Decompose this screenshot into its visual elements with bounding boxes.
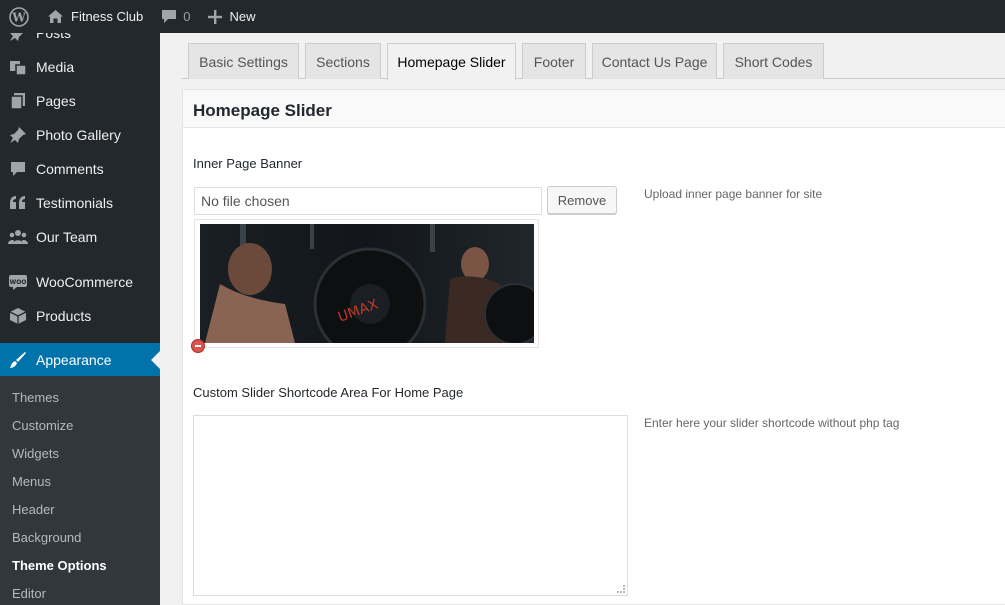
svg-text:W: W bbox=[11, 10, 26, 24]
home-icon bbox=[47, 9, 64, 24]
site-name-link[interactable]: Fitness Club bbox=[38, 0, 152, 33]
shortcode-field-label: Custom Slider Shortcode Area For Home Pa… bbox=[193, 385, 464, 400]
panel-title: Homepage Slider bbox=[193, 101, 332, 120]
pages-icon bbox=[0, 92, 36, 110]
pin-icon bbox=[0, 126, 36, 144]
submenu-item-menus[interactable]: Menus bbox=[12, 474, 51, 489]
submenu-item-theme-options[interactable]: Theme Options bbox=[12, 558, 107, 573]
sidebar-item-appearance[interactable]: Appearance bbox=[0, 343, 160, 377]
remove-image-icon[interactable] bbox=[191, 339, 205, 353]
brush-icon bbox=[0, 351, 36, 369]
admin-sidebar: Posts Media Pages Photo Gallery Comments… bbox=[0, 33, 160, 605]
submenu-item-themes[interactable]: Themes bbox=[12, 390, 59, 405]
tab-short-codes[interactable]: Short Codes bbox=[723, 43, 824, 79]
banner-field-description: Upload inner page banner for site bbox=[644, 187, 823, 201]
banner-file-input[interactable]: No file chosen bbox=[194, 187, 542, 215]
svg-text:WOO: WOO bbox=[10, 279, 27, 286]
sidebar-item-pages[interactable]: Pages bbox=[0, 84, 160, 118]
new-content-link[interactable]: New bbox=[199, 0, 264, 33]
panel-header: Homepage Slider bbox=[183, 90, 1005, 128]
comments-link[interactable]: 0 bbox=[152, 0, 199, 33]
options-tab-bar: Basic Settings Sections Homepage Slider … bbox=[182, 43, 1005, 80]
homepage-slider-panel: Homepage Slider Inner Page Banner No fil… bbox=[182, 89, 1005, 605]
media-icon bbox=[0, 58, 36, 76]
remove-button[interactable]: Remove bbox=[547, 186, 617, 214]
plus-icon bbox=[208, 9, 223, 24]
quote-icon bbox=[0, 194, 36, 212]
submenu-item-background[interactable]: Background bbox=[12, 530, 81, 545]
comment-bubble-icon bbox=[161, 9, 177, 24]
comment-icon bbox=[0, 160, 36, 178]
sidebar-item-comments[interactable]: Comments bbox=[0, 152, 160, 186]
sidebar-item-media[interactable]: Media bbox=[0, 50, 160, 84]
submenu-item-editor[interactable]: Editor bbox=[12, 586, 46, 601]
banner-field-label: Inner Page Banner bbox=[193, 156, 303, 171]
sidebar-item-products[interactable]: Products bbox=[0, 299, 160, 333]
team-icon bbox=[0, 228, 36, 246]
submenu-item-widgets[interactable]: Widgets bbox=[12, 446, 59, 461]
tab-sections[interactable]: Sections bbox=[305, 43, 381, 79]
sidebar-item-posts[interactable]: Posts bbox=[0, 33, 160, 50]
tab-footer[interactable]: Footer bbox=[522, 43, 586, 79]
current-menu-arrow bbox=[151, 351, 160, 369]
box-icon bbox=[0, 307, 36, 325]
new-label: New bbox=[229, 9, 256, 24]
tab-contact-us-page[interactable]: Contact Us Page bbox=[592, 43, 717, 79]
sidebar-item-photo-gallery[interactable]: Photo Gallery bbox=[0, 118, 160, 152]
submenu-item-header[interactable]: Header bbox=[12, 502, 55, 517]
appearance-submenu: Themes Customize Widgets Menus Header Ba… bbox=[0, 376, 160, 605]
wordpress-logo-icon[interactable]: W bbox=[0, 0, 38, 33]
main-content: Basic Settings Sections Homepage Slider … bbox=[160, 33, 1005, 605]
shortcode-textarea[interactable] bbox=[193, 415, 628, 596]
site-name: Fitness Club bbox=[71, 9, 144, 24]
banner-preview-image: UMAX bbox=[194, 219, 539, 348]
submenu-item-customize[interactable]: Customize bbox=[12, 418, 73, 433]
pin-icon bbox=[0, 33, 36, 42]
sidebar-item-our-team[interactable]: Our Team bbox=[0, 220, 160, 254]
tab-basic-settings[interactable]: Basic Settings bbox=[188, 43, 299, 79]
shortcode-field-description: Enter here your slider shortcode without… bbox=[644, 416, 900, 430]
admin-bar: W Fitness Club 0 New bbox=[0, 0, 1005, 33]
sidebar-item-woocommerce[interactable]: WOO WooCommerce bbox=[0, 265, 160, 299]
resize-grip-icon[interactable] bbox=[617, 585, 625, 593]
sidebar-item-testimonials[interactable]: Testimonials bbox=[0, 186, 160, 220]
woo-icon: WOO bbox=[0, 274, 36, 290]
tab-homepage-slider[interactable]: Homepage Slider bbox=[387, 43, 516, 80]
comments-count: 0 bbox=[183, 9, 191, 24]
